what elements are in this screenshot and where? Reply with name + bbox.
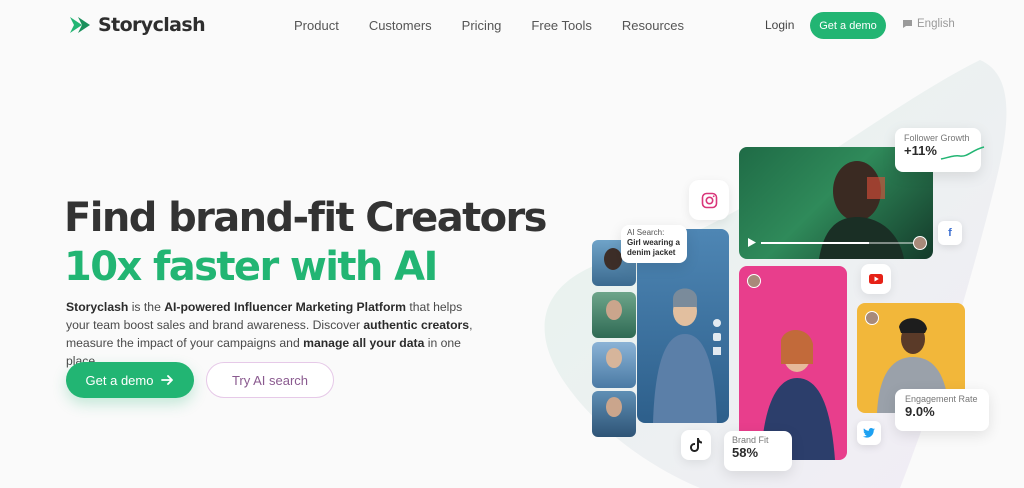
top-nav: Storyclash Product Customers Pricing Fre… <box>0 0 1024 52</box>
logo-text: Storyclash <box>98 14 206 36</box>
chat-bubble-icon <box>903 20 912 28</box>
nav-product[interactable]: Product <box>294 18 339 33</box>
card-icon-stack <box>711 319 723 409</box>
creator-thumb-2[interactable] <box>592 292 636 338</box>
share-icon[interactable] <box>713 347 721 355</box>
play-icon[interactable] <box>748 238 756 247</box>
video-progress-fill <box>761 242 869 244</box>
twitter-icon <box>863 428 875 438</box>
nav-get-demo-button[interactable]: Get a demo <box>810 12 886 39</box>
storyclash-logo-icon <box>70 17 90 33</box>
engagement-rate-label: Engagement Rate <box>905 394 978 404</box>
creator-thumb-3[interactable] <box>592 342 636 388</box>
language-label: English <box>917 18 955 30</box>
twitter-chip <box>857 421 881 445</box>
engagement-rate-card: Engagement Rate 9.0% <box>895 389 989 431</box>
creator-avatar <box>913 236 927 250</box>
hero-title-line2: 10x faster with AI <box>64 244 438 290</box>
growth-trend-line <box>940 146 985 160</box>
brand-fit-label: Brand Fit <box>732 435 769 445</box>
nav-free-tools[interactable]: Free Tools <box>531 18 591 33</box>
engagement-rate-value: 9.0% <box>905 404 935 419</box>
tiktok-chip <box>681 430 711 460</box>
brand-fit-value: 58% <box>732 445 759 460</box>
facebook-icon: f <box>948 227 952 239</box>
ai-search-query: Girl wearing a denim jacket <box>627 238 680 257</box>
ai-search-label: AI Search: <box>627 228 665 237</box>
nav-pricing[interactable]: Pricing <box>462 18 502 33</box>
comment-icon[interactable] <box>713 333 721 341</box>
language-selector[interactable]: English <box>902 18 955 30</box>
follower-growth-label: Follower Growth <box>904 133 970 143</box>
creator-avatar-yellow <box>865 311 879 325</box>
tiktok-icon <box>690 438 702 452</box>
instagram-chip <box>689 180 729 220</box>
facebook-chip: f <box>938 221 962 245</box>
nav-customers[interactable]: Customers <box>369 18 432 33</box>
arrow-right-icon <box>161 375 174 385</box>
youtube-chip <box>861 264 891 294</box>
get-demo-label: Get a demo <box>85 372 154 388</box>
creator-thumb-4[interactable] <box>592 391 636 437</box>
creator-avatar-pink <box>747 274 761 288</box>
heart-icon[interactable] <box>713 319 721 327</box>
login-link[interactable]: Login <box>765 18 794 32</box>
nav-links: Product Customers Pricing Free Tools Res… <box>294 18 684 33</box>
logo[interactable]: Storyclash <box>68 14 206 36</box>
get-demo-button[interactable]: Get a demo <box>66 362 194 398</box>
try-ai-search-button[interactable]: Try AI search <box>206 362 334 398</box>
hero-title-line1: Find brand-fit Creators <box>64 195 547 241</box>
ai-search-card: AI Search: Girl wearing a denim jacket <box>621 225 687 263</box>
nav-resources[interactable]: Resources <box>622 18 684 33</box>
brand-fit-card: Brand Fit 58% <box>724 431 792 471</box>
youtube-icon <box>869 274 883 284</box>
instagram-icon <box>701 192 717 208</box>
hero-description: Storyclash is the AI-powered Influencer … <box>66 300 473 368</box>
